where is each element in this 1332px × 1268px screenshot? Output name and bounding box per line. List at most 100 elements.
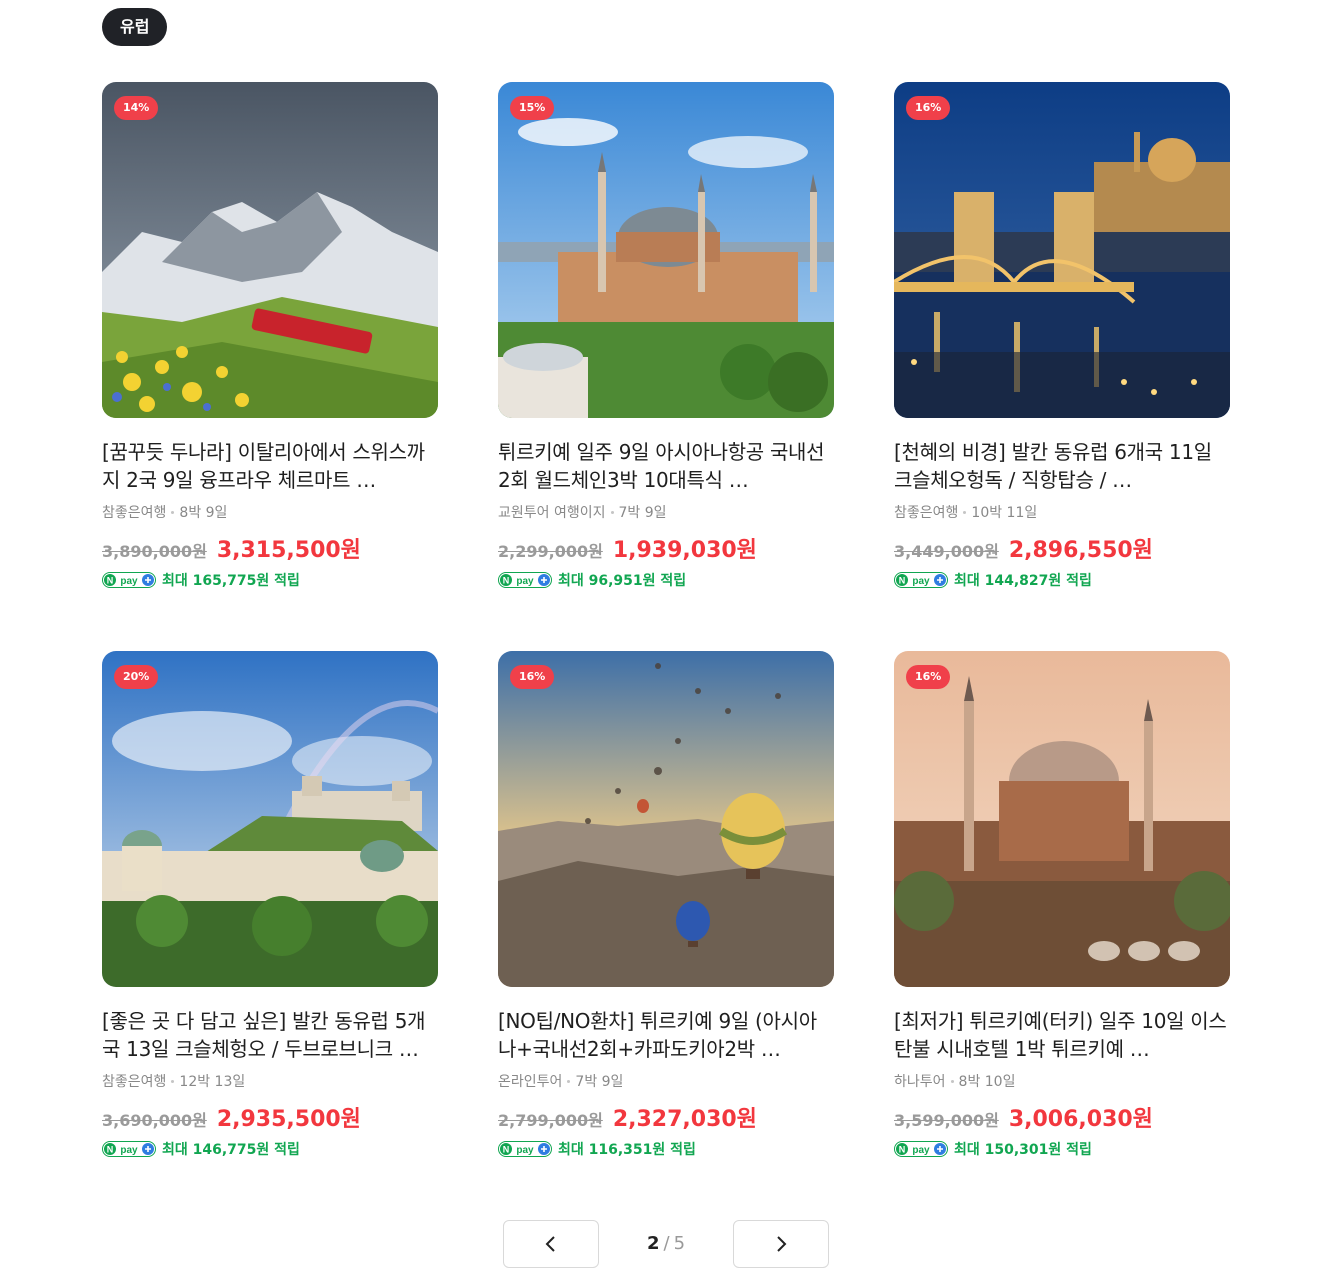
separator-dot [610, 511, 614, 514]
chevron-right-icon [777, 1236, 787, 1252]
hagia-sophia-sunset-image [894, 651, 1230, 987]
svg-text:pay: pay [912, 576, 930, 587]
original-price: 3,449,000원 [894, 542, 999, 561]
separator-dot [171, 1080, 175, 1083]
product-grid: 14% [꿈꾸듯 두나라] 이탈리아에서 스위스까지 2국 9일 융프라우 체르… [102, 82, 1230, 1220]
product-meta: 참좋은여행 10박 11일 [894, 503, 1230, 523]
product-image[interactable]: 14% [102, 82, 438, 418]
svg-text:pay: pay [912, 1145, 930, 1156]
npay-label: 최대 116,351원 적립 [558, 1142, 696, 1158]
product-card[interactable]: 15% 튀르키예 일주 9일 아시아나항공 국내선 2회 월드체인3박 10대특… [498, 82, 834, 651]
product-title[interactable]: [NO팁/NO환차] 튀르키예 9일 (아시아나+국내선2회+카파도키아2박 … [498, 1007, 834, 1063]
discount-badge: 14% [114, 96, 159, 120]
chevron-left-icon [545, 1236, 555, 1252]
product-meta: 교원투어 여행이지 7박 9일 [498, 503, 834, 523]
page-separator: / [663, 1233, 670, 1254]
duration: 7박 9일 [618, 505, 667, 521]
sale-price: 2,327,030원 [612, 1107, 757, 1132]
svg-text:N: N [503, 576, 510, 586]
discount-badge: 20% [114, 665, 159, 689]
discount-badge: 16% [510, 665, 555, 689]
page-indicator: 2/5 [599, 1220, 733, 1268]
original-price: 2,799,000원 [498, 1111, 603, 1130]
product-card[interactable]: 14% [꿈꾸듯 두나라] 이탈리아에서 스위스까지 2국 9일 융프라우 체르… [102, 82, 438, 651]
npay-points: N pay 최대 165,775원 적립 [102, 570, 438, 590]
npay-label: 최대 96,951원 적립 [558, 573, 687, 589]
svg-text:pay: pay [516, 1145, 534, 1156]
duration: 7박 9일 [575, 1074, 624, 1090]
product-title[interactable]: [천혜의 비경] 발칸 동유럽 6개국 11일 크슬체오헝독 / 직항탑승 / … [894, 438, 1230, 494]
discount-badge: 15% [510, 96, 555, 120]
npay-icon: N pay [102, 572, 156, 588]
npay-label: 최대 146,775원 적립 [162, 1142, 300, 1158]
product-card[interactable]: 16% [최저가] 튀르키예(터키) 일주 10일 이스탄불 시내호텔 1박 튀… [894, 651, 1230, 1220]
product-title[interactable]: [좋은 곳 다 담고 싶은] 발칸 동유럽 5개국 13일 크슬체헝오 / 두브… [102, 1007, 438, 1063]
price-row: 3,890,000원 3,315,500원 [102, 532, 438, 564]
sale-price: 2,896,550원 [1008, 538, 1153, 563]
product-title[interactable]: [꿈꾸듯 두나라] 이탈리아에서 스위스까지 2국 9일 융프라우 체르마트 … [102, 438, 438, 494]
sale-price: 3,315,500원 [216, 538, 361, 563]
pagination: 2/5 [503, 1220, 829, 1268]
separator-dot [963, 511, 967, 514]
salzburg-castle-image [102, 651, 438, 987]
budapest-chain-bridge-image [894, 82, 1230, 418]
sale-price: 3,006,030원 [1008, 1107, 1153, 1132]
npay-label: 최대 165,775원 적립 [162, 573, 300, 589]
sale-price: 2,935,500원 [216, 1107, 361, 1132]
product-title[interactable]: [최저가] 튀르키예(터키) 일주 10일 이스탄불 시내호텔 1박 튀르키예 … [894, 1007, 1230, 1063]
svg-text:N: N [899, 1145, 906, 1155]
prev-page-button[interactable] [503, 1220, 599, 1268]
duration: 8박 9일 [179, 505, 228, 521]
npay-points: N pay 최대 96,951원 적립 [498, 570, 834, 590]
original-price: 3,690,000원 [102, 1111, 207, 1130]
product-title[interactable]: 튀르키예 일주 9일 아시아나항공 국내선 2회 월드체인3박 10대특식 … [498, 438, 834, 494]
npay-icon: N pay [498, 1141, 552, 1157]
product-image[interactable]: 16% [894, 82, 1230, 418]
price-row: 3,599,000원 3,006,030원 [894, 1101, 1230, 1133]
alps-train-image [102, 82, 438, 418]
product-image[interactable]: 15% [498, 82, 834, 418]
svg-text:N: N [107, 576, 114, 586]
original-price: 3,599,000원 [894, 1111, 999, 1130]
duration: 8박 10일 [958, 1074, 1016, 1090]
agency: 참좋은여행 [102, 1074, 167, 1090]
npay-points: N pay 최대 146,775원 적립 [102, 1139, 438, 1159]
region-chip[interactable]: 유럽 [102, 8, 168, 46]
product-card[interactable]: 16% [NO팁/NO환차] 튀르키예 9일 (아시아나+국내선2회+카파도키아… [498, 651, 834, 1220]
discount-badge: 16% [906, 96, 951, 120]
discount-badge: 16% [906, 665, 951, 689]
npay-icon: N pay [498, 572, 552, 588]
original-price: 2,299,000원 [498, 542, 603, 561]
svg-text:pay: pay [120, 576, 138, 587]
agency: 참좋은여행 [894, 505, 959, 521]
svg-text:N: N [503, 1145, 510, 1155]
product-image[interactable]: 20% [102, 651, 438, 987]
cappadocia-balloons-image [498, 651, 834, 987]
npay-label: 최대 144,827원 적립 [954, 573, 1092, 589]
agency: 하나투어 [894, 1074, 946, 1090]
npay-icon: N pay [894, 572, 948, 588]
sale-price: 1,939,030원 [612, 538, 757, 563]
product-meta: 하나투어 8박 10일 [894, 1072, 1230, 1092]
product-image[interactable]: 16% [498, 651, 834, 987]
duration: 12박 13일 [179, 1074, 246, 1090]
price-row: 2,799,000원 2,327,030원 [498, 1101, 834, 1133]
npay-icon: N pay [894, 1141, 948, 1157]
npay-points: N pay 최대 116,351원 적립 [498, 1139, 834, 1159]
npay-label: 최대 150,301원 적립 [954, 1142, 1092, 1158]
price-row: 3,449,000원 2,896,550원 [894, 532, 1230, 564]
product-card[interactable]: 20% [좋은 곳 다 담고 싶은] 발칸 동유럽 5개국 13일 크슬체헝오 … [102, 651, 438, 1220]
npay-icon: N pay [102, 1141, 156, 1157]
agency: 교원투어 여행이지 [498, 505, 606, 521]
product-image[interactable]: 16% [894, 651, 1230, 987]
product-card[interactable]: 16% [천혜의 비경] 발칸 동유럽 6개국 11일 크슬체오헝독 / 직항탑… [894, 82, 1230, 651]
current-page: 2 [646, 1233, 660, 1254]
agency: 참좋은여행 [102, 505, 167, 521]
npay-points: N pay 최대 150,301원 적립 [894, 1139, 1230, 1159]
next-page-button[interactable] [733, 1220, 829, 1268]
svg-text:pay: pay [120, 1145, 138, 1156]
separator-dot [171, 511, 175, 514]
product-meta: 참좋은여행 12박 13일 [102, 1072, 438, 1092]
separator-dot [567, 1080, 571, 1083]
price-row: 3,690,000원 2,935,500원 [102, 1101, 438, 1133]
